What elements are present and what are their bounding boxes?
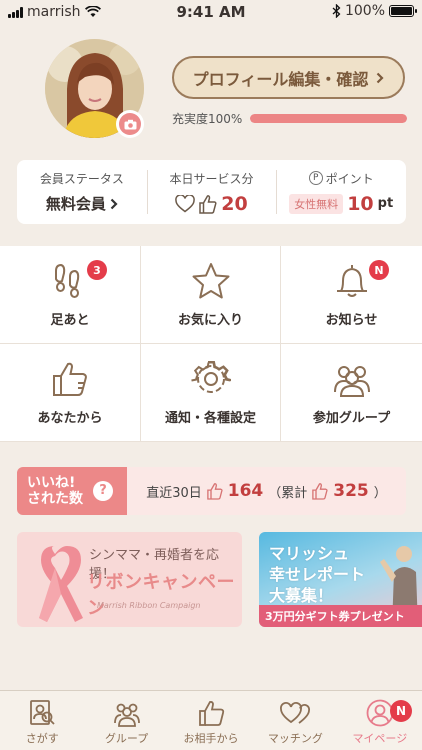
happiness-report-banner[interactable]: マリッシュ 幸せレポート 大募集！ 3万円分ギフト券プレゼント (259, 532, 422, 627)
likes-recent-label: 直近30日 (146, 485, 202, 501)
likes-total-close: ） (373, 485, 387, 501)
tab-mypage-label: マイページ (352, 732, 408, 745)
menu-favorites-label: お気に入り (177, 313, 243, 328)
likes-received-bar[interactable]: いいね! された数 ? 直近30日 164 （累計 325 ） (17, 467, 406, 515)
tab-from-partner-label: お相手から (183, 732, 239, 745)
likes-recent-value: 164 (227, 481, 264, 501)
tab-from-partner[interactable]: お相手から (169, 691, 253, 750)
battery-percent: 100% (344, 3, 385, 19)
likes-tag-line2: された数 (27, 491, 83, 507)
point-label: ポイント (325, 171, 374, 186)
ribbon-icon (39, 546, 83, 622)
mypage-badge: N (390, 700, 413, 722)
tab-mypage[interactable]: マイページ N (338, 691, 422, 750)
tab-matching[interactable]: マッチング (253, 691, 337, 750)
tab-search-label: さがす (25, 732, 59, 745)
hearts-icon (280, 702, 311, 724)
menu-footprints-label: 足あと (50, 313, 90, 328)
menu-footprints[interactable]: 足あと 3 (0, 246, 141, 344)
star-icon (192, 263, 229, 299)
female-free-badge: 女性無料 (289, 193, 344, 214)
bottom-tab-bar: さがす グループ お相手から マッチング マイページ N (0, 690, 422, 750)
group-icon (113, 703, 140, 727)
menu-from-you[interactable]: あなたから (0, 344, 141, 442)
completion-label: 充実度100% (172, 111, 243, 126)
member-status[interactable]: 会員ステータス 無料会員 (17, 160, 147, 224)
today-service: 本日サービス分 20 (146, 160, 277, 224)
notices-badge: N (369, 260, 389, 280)
ribbon-banner-line2: リボンキャンペーン (87, 572, 235, 619)
likes-total-open: （累計 (268, 485, 308, 501)
summary-card: 会員ステータス 無料会員 本日サービス分 20 P ポイント 女性無料 10 pt (17, 160, 406, 224)
thumbs-up-icon (206, 483, 223, 500)
tab-matching-label: マッチング (267, 732, 323, 745)
menu-notices[interactable]: お知らせ N (281, 246, 422, 344)
footprints-icon (55, 263, 80, 298)
thumbs-up-icon (199, 701, 225, 726)
likes-tag-line1: いいね! (27, 474, 76, 491)
today-service-label: 本日サービス分 (169, 171, 254, 186)
menu-grid: 足あと 3 お気に入り お知らせ N あなたから 通知・各種設定 参加グループ (0, 246, 422, 442)
tab-group-label: グループ (104, 732, 149, 745)
thumbs-up-icon (199, 194, 217, 214)
menu-settings[interactable]: 通知・各種設定 (141, 344, 281, 442)
chevron-right-icon (377, 72, 384, 83)
profile-completion: 充実度100% (172, 110, 407, 126)
edit-profile-button[interactable]: プロフィール編集・確認 (172, 56, 405, 99)
member-status-label: 会員ステータス (39, 172, 124, 186)
footprints-badge: 3 (87, 260, 107, 280)
camera-icon (124, 119, 136, 129)
likes-total-value: 325 (333, 481, 369, 501)
menu-settings-label: 通知・各種設定 (164, 411, 256, 426)
points[interactable]: P ポイント 女性無料 10 pt (276, 160, 406, 224)
report-banner-footer: 3万円分ギフト券プレゼント (259, 605, 422, 627)
group-icon (333, 366, 370, 397)
menu-groups[interactable]: 参加グループ (281, 344, 422, 442)
menu-groups-label: 参加グループ (312, 411, 391, 426)
ribbon-banner-line3: Marrish Ribbon Campaign (97, 601, 201, 610)
battery-icon (389, 5, 417, 17)
thumbs-up-icon (53, 362, 87, 396)
tab-search[interactable]: さがす (0, 691, 84, 750)
completion-progress-bar (250, 113, 407, 123)
point-unit: pt (377, 196, 394, 211)
member-status-value: 無料会員 (45, 195, 106, 213)
bell-icon (336, 265, 367, 297)
heart-outline-icon (175, 194, 196, 212)
menu-notices-label: お知らせ (325, 313, 378, 328)
chevron-right-icon (110, 198, 118, 209)
ribbon-campaign-banner[interactable]: シンママ・再婚者を応援！ リボンキャンペーン Marrish Ribbon Ca… (17, 532, 242, 627)
change-photo-button[interactable] (116, 110, 144, 138)
point-value: 10 (347, 192, 374, 215)
tab-group[interactable]: グループ (84, 691, 168, 750)
gear-icon (191, 359, 231, 393)
point-icon: P (308, 171, 323, 185)
today-service-value: 20 (221, 192, 248, 215)
edit-profile-label: プロフィール編集・確認 (192, 69, 369, 89)
status-bar: marrish 9:41 AM 100% (0, 0, 422, 24)
menu-from-you-label: あなたから (37, 411, 103, 426)
bluetooth-icon (332, 4, 341, 18)
report-banner-line3: 大募集！ (269, 586, 334, 605)
help-icon[interactable]: ? (93, 481, 113, 501)
search-profile-icon (30, 700, 55, 725)
thumbs-up-icon (312, 483, 328, 500)
menu-favorites[interactable]: お気に入り (141, 246, 281, 344)
